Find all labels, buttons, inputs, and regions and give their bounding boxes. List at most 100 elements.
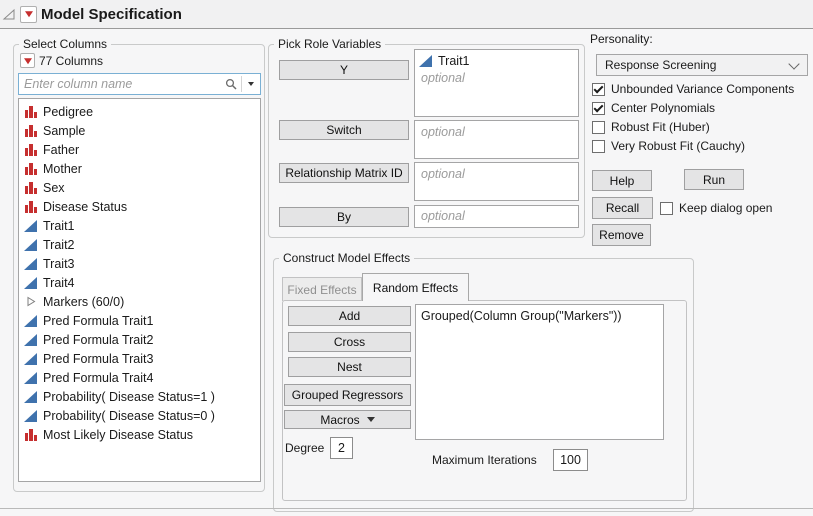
- personality-select[interactable]: Response Screening: [596, 54, 808, 76]
- column-label: Markers (60/0): [43, 295, 124, 309]
- relationship-matrix-id-drop-zone[interactable]: optional: [414, 162, 579, 201]
- macros-button-label: Macros: [320, 413, 359, 427]
- construct-model-effects-group: Construct Model Effects Fixed Effects Ra…: [273, 258, 694, 512]
- by-role-drop-zone[interactable]: optional: [414, 205, 579, 228]
- relationship-matrix-id-role-button[interactable]: Relationship Matrix ID: [279, 163, 409, 183]
- checkbox-unchecked-icon[interactable]: [592, 121, 605, 134]
- grouped-regressors-button[interactable]: Grouped Regressors: [284, 384, 411, 406]
- columns-count-menu[interactable]: 77 Columns: [20, 53, 103, 68]
- column-list: Pedigree Sample Father Mother Sex Diseas…: [18, 98, 261, 482]
- assigned-column[interactable]: Trait1: [415, 50, 578, 68]
- list-item[interactable]: Sex: [19, 178, 260, 197]
- checkbox-row-center-polynomials[interactable]: Center Polynomials: [592, 101, 715, 115]
- recall-button-label: Recall: [606, 201, 639, 215]
- tab-fixed-effects[interactable]: Fixed Effects: [282, 277, 362, 301]
- column-label: Pedigree: [43, 105, 93, 119]
- list-item[interactable]: Pred Formula Trait1: [19, 311, 260, 330]
- y-role-button[interactable]: Y: [279, 60, 409, 80]
- search-icon: [225, 78, 238, 91]
- continuous-triangle-icon: [24, 334, 37, 346]
- column-label: Disease Status: [43, 200, 127, 214]
- checkbox-row-robust-fit[interactable]: Robust Fit (Huber): [592, 120, 710, 134]
- nominal-bars-icon: [24, 181, 37, 194]
- y-role-drop-zone[interactable]: Trait1 optional: [414, 49, 579, 117]
- search-input[interactable]: [19, 77, 225, 91]
- title-bar: Model Specification: [0, 0, 813, 29]
- degree-field[interactable]: 2: [330, 437, 353, 459]
- checkbox-label: Unbounded Variance Components: [611, 82, 794, 96]
- list-item[interactable]: Most Likely Disease Status: [19, 425, 260, 444]
- optional-placeholder: optional: [421, 71, 465, 85]
- list-item[interactable]: Trait4: [19, 273, 260, 292]
- column-search-box: [18, 73, 261, 95]
- list-item[interactable]: Trait1: [19, 216, 260, 235]
- list-item[interactable]: Mother: [19, 159, 260, 178]
- checkbox-row-very-robust-fit[interactable]: Very Robust Fit (Cauchy): [592, 139, 745, 153]
- nominal-bars-icon: [24, 124, 37, 137]
- by-role-button[interactable]: By: [279, 207, 409, 227]
- degree-value: 2: [338, 441, 345, 455]
- model-effects-list[interactable]: Grouped(Column Group("Markers")): [415, 304, 664, 440]
- checkbox-checked-icon[interactable]: [592, 83, 605, 96]
- construct-model-effects-label: Construct Model Effects: [279, 251, 414, 265]
- red-popup-menu-icon[interactable]: [20, 6, 37, 23]
- list-item[interactable]: Probability( Disease Status=1 ): [19, 387, 260, 406]
- red-popup-menu-icon[interactable]: [20, 53, 35, 68]
- nominal-bars-icon: [24, 162, 37, 175]
- list-item[interactable]: Sample: [19, 121, 260, 140]
- list-item[interactable]: Disease Status: [19, 197, 260, 216]
- nominal-bars-icon: [24, 105, 37, 118]
- list-item[interactable]: Trait3: [19, 254, 260, 273]
- model-specification-dialog: Model Specification Select Columns 77 Co…: [0, 0, 813, 516]
- search-filter-dropdown[interactable]: [242, 74, 260, 94]
- collapsed-group-arrow-icon[interactable]: [24, 295, 37, 308]
- continuous-triangle-icon: [24, 239, 37, 251]
- run-button-label: Run: [703, 173, 725, 187]
- macros-menu-button[interactable]: Macros: [284, 410, 411, 429]
- help-button-label: Help: [610, 174, 635, 188]
- list-item[interactable]: Father: [19, 140, 260, 159]
- switch-role-button-label: Switch: [326, 123, 361, 137]
- switch-role-drop-zone[interactable]: optional: [414, 120, 579, 159]
- panel-bottom-divider: [0, 508, 813, 509]
- column-label: Pred Formula Trait2: [43, 333, 153, 347]
- run-button[interactable]: Run: [684, 169, 744, 190]
- column-label: Most Likely Disease Status: [43, 428, 193, 442]
- maximum-iterations-field[interactable]: 100: [553, 449, 588, 471]
- continuous-triangle-icon: [24, 353, 37, 365]
- tab-label: Fixed Effects: [287, 283, 356, 297]
- remove-button-label: Remove: [599, 228, 644, 242]
- help-button[interactable]: Help: [592, 170, 652, 191]
- disclosure-triangle-icon[interactable]: [2, 6, 17, 22]
- continuous-triangle-icon: [24, 258, 37, 270]
- list-item[interactable]: Pred Formula Trait2: [19, 330, 260, 349]
- checkbox-unchecked-icon[interactable]: [592, 140, 605, 153]
- tab-random-effects[interactable]: Random Effects: [362, 273, 469, 301]
- checkbox-row-unbounded-variance[interactable]: Unbounded Variance Components: [592, 82, 794, 96]
- column-label: Father: [43, 143, 79, 157]
- list-item[interactable]: Trait2: [19, 235, 260, 254]
- column-label: Pred Formula Trait3: [43, 352, 153, 366]
- checkbox-unchecked-icon[interactable]: [660, 202, 673, 215]
- checkbox-checked-icon[interactable]: [592, 102, 605, 115]
- list-item[interactable]: Pred Formula Trait3: [19, 349, 260, 368]
- maximum-iterations-label: Maximum Iterations: [432, 453, 537, 467]
- assigned-column-label: Trait1: [438, 54, 470, 68]
- dropdown-arrow-icon: [367, 417, 375, 422]
- cross-button[interactable]: Cross: [288, 332, 411, 352]
- optional-placeholder: optional: [421, 209, 465, 223]
- keep-dialog-open-row[interactable]: Keep dialog open: [660, 201, 772, 215]
- switch-role-button[interactable]: Switch: [279, 120, 409, 140]
- list-item[interactable]: Pedigree: [19, 102, 260, 121]
- recall-button[interactable]: Recall: [592, 197, 653, 219]
- list-item[interactable]: Pred Formula Trait4: [19, 368, 260, 387]
- add-button[interactable]: Add: [288, 306, 411, 326]
- remove-button[interactable]: Remove: [592, 224, 651, 246]
- chevron-down-icon: [788, 58, 799, 69]
- list-item[interactable]: Markers (60/0): [19, 292, 260, 311]
- nest-button[interactable]: Nest: [288, 357, 411, 377]
- effect-entry[interactable]: Grouped(Column Group("Markers")): [421, 309, 658, 323]
- page-title: Model Specification: [41, 6, 182, 23]
- add-button-label: Add: [339, 309, 360, 323]
- list-item[interactable]: Probability( Disease Status=0 ): [19, 406, 260, 425]
